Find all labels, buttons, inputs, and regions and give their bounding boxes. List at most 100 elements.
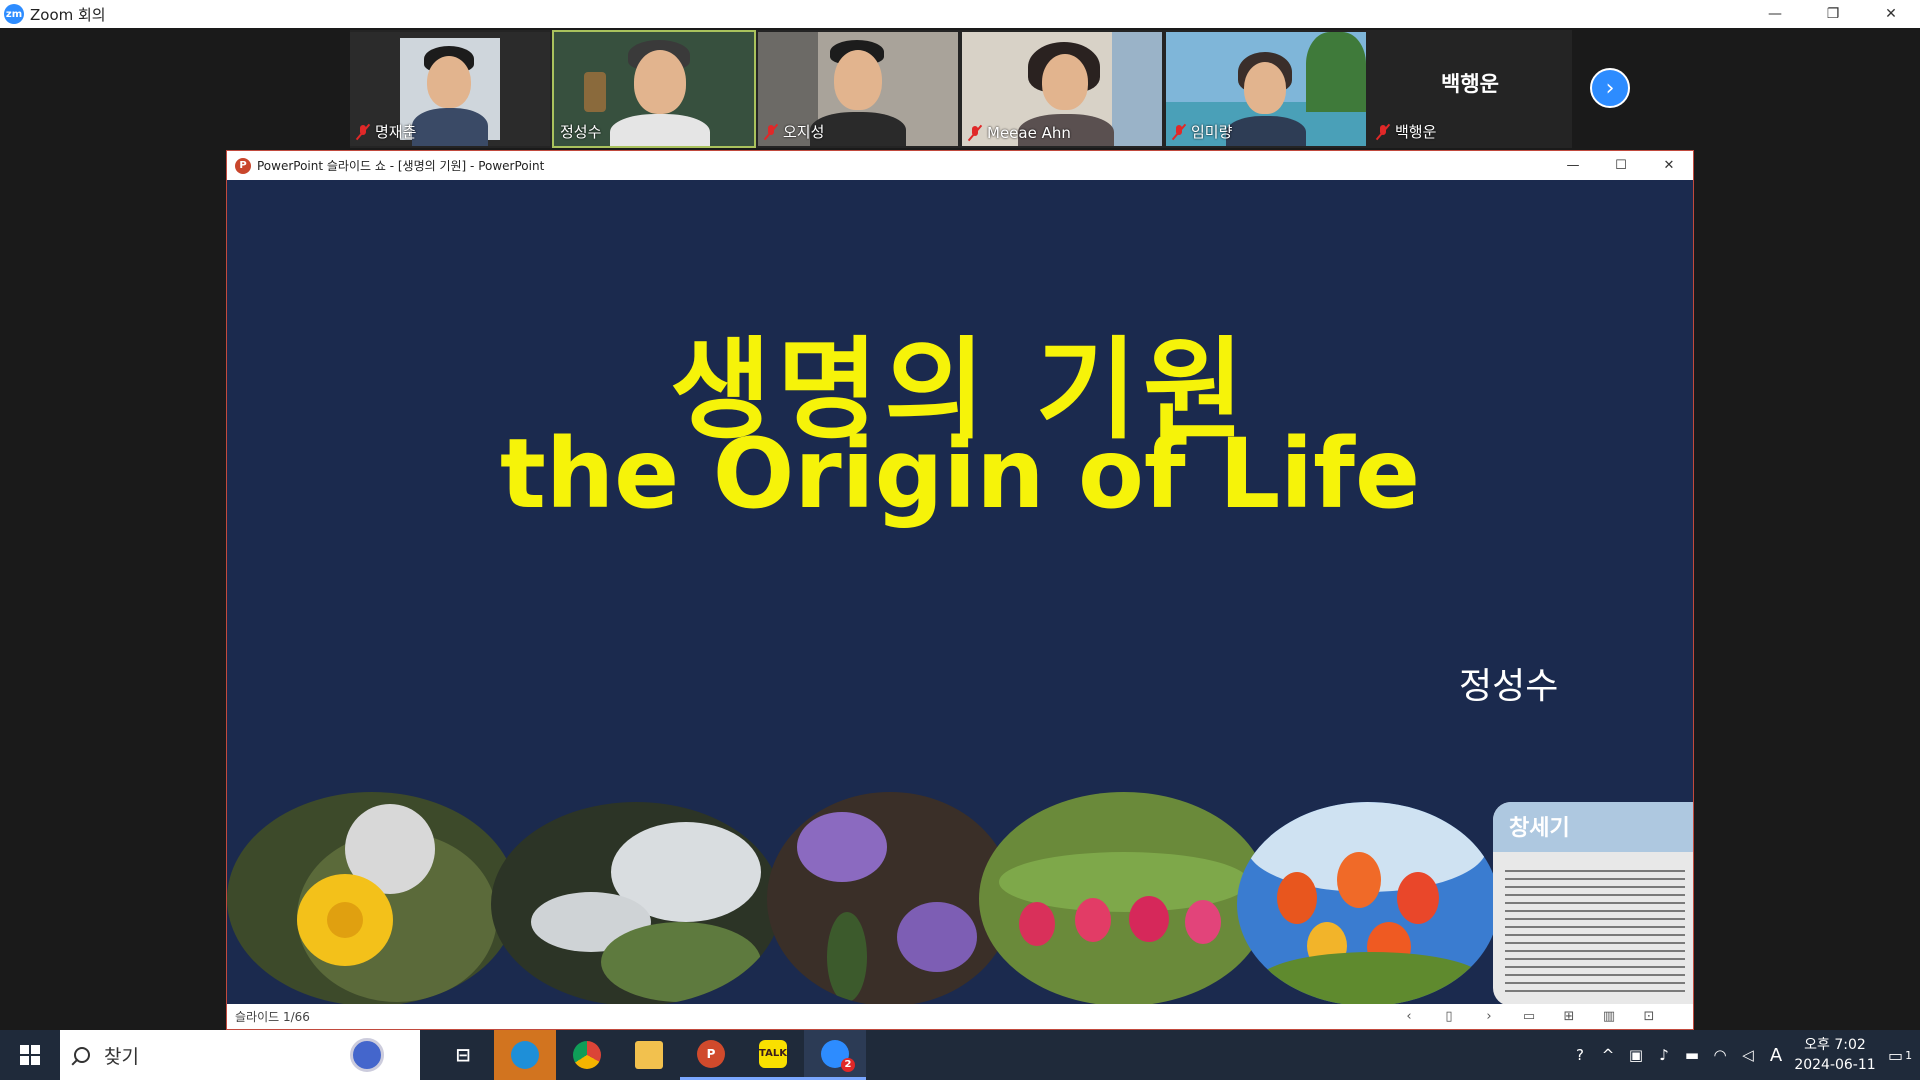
bible-genesis-image: 창세기 bbox=[1493, 802, 1693, 1006]
meet-now-icon[interactable]: ▣ bbox=[1622, 1030, 1650, 1080]
previous-slide-button[interactable]: ‹ bbox=[1389, 1004, 1429, 1029]
participant-tile[interactable]: Meeae Ahn bbox=[962, 32, 1162, 146]
slide-sorter-icon: ⊞ bbox=[1563, 1009, 1575, 1024]
clock-time: 오후 7:02 bbox=[1804, 1037, 1866, 1053]
search-placeholder: 찾기 bbox=[104, 1045, 139, 1068]
slide-sorter-button[interactable]: ⊞ bbox=[1549, 1004, 1589, 1029]
slide-menu-button[interactable]: ▯ bbox=[1429, 1004, 1469, 1029]
mic-muted-icon bbox=[356, 124, 370, 140]
normal-view-button[interactable]: ▭ bbox=[1509, 1004, 1549, 1029]
system-tray: ? ^ ▣ ♪ ▬ ◠ ◁ A 오후 7:02 2024-06-11 ▭ 1 bbox=[1566, 1030, 1920, 1080]
powerpoint-slideshow-window: P PowerPoint 슬라이드 쇼 - [생명의 기원] - PowerPo… bbox=[226, 150, 1694, 1030]
help-icon[interactable]: ? bbox=[1566, 1030, 1594, 1080]
slideshow-status-bar: 슬라이드 1/66 ‹ ▯ › ▭ ⊞ ▥ ⊡ bbox=[227, 1004, 1693, 1029]
search-highlight-clock-icon bbox=[350, 1038, 384, 1072]
file-explorer-icon bbox=[635, 1041, 663, 1069]
participant-name: 백행운 bbox=[1376, 121, 1436, 142]
powerpoint-icon: P bbox=[697, 1039, 725, 1068]
slideshow-icon: ⊡ bbox=[1643, 1009, 1655, 1024]
participant-gallery: 명재춘 정성수 오지성 Meeae Ahn 임미량 백행운 백행운 › bbox=[350, 30, 1630, 148]
slide-author: 정성수 bbox=[1459, 666, 1559, 707]
zoom-icon: 2 bbox=[821, 1039, 855, 1072]
restore-button[interactable]: ❐ bbox=[1804, 0, 1862, 28]
zoom-titlebar: zm Zoom 회의 — ❐ ✕ bbox=[0, 0, 1920, 28]
mic-muted-icon bbox=[764, 124, 778, 140]
wifi-icon[interactable]: ◠ bbox=[1706, 1030, 1734, 1080]
notification-icon: ▭ bbox=[1887, 1045, 1904, 1065]
minimize-button[interactable]: — bbox=[1746, 0, 1804, 28]
slide-title-english: the Origin of Life bbox=[499, 418, 1421, 530]
tulips-image bbox=[1237, 802, 1499, 1006]
participant-name: 오지성 bbox=[764, 121, 824, 142]
dandelion-image bbox=[227, 792, 517, 1006]
taskbar-kakaotalk[interactable]: TALK bbox=[742, 1030, 804, 1080]
volume-icon[interactable]: ◁ bbox=[1734, 1030, 1762, 1080]
ppt-minimize-button[interactable]: — bbox=[1549, 151, 1597, 180]
next-slide-button[interactable]: › bbox=[1469, 1004, 1509, 1029]
mic-muted-icon bbox=[1376, 124, 1390, 140]
windows-taskbar: 찾기 ⊟ P TALK 2 ? ^ ▣ ♪ ▬ ◠ ◁ A 오후 7:02 20… bbox=[0, 1030, 1920, 1080]
participant-video-off-name: 백행운 bbox=[1441, 72, 1499, 96]
reading-view-icon: ▥ bbox=[1602, 1009, 1616, 1024]
edge-icon bbox=[511, 1041, 539, 1069]
chevron-right-icon: › bbox=[1486, 1009, 1492, 1024]
participant-name: 명재춘 bbox=[356, 121, 416, 142]
windows-logo-icon bbox=[20, 1045, 40, 1065]
slide-menu-icon: ▯ bbox=[1445, 1009, 1453, 1024]
bleeding-heart-image bbox=[979, 792, 1269, 1006]
zoom-window-title: Zoom 회의 bbox=[30, 5, 106, 24]
show-hidden-icons-chevron-icon[interactable]: ^ bbox=[1594, 1030, 1622, 1080]
taskbar-file-explorer[interactable] bbox=[618, 1030, 680, 1080]
gallery-next-page-button[interactable]: › bbox=[1590, 68, 1630, 108]
powerpoint-window-title: PowerPoint 슬라이드 쇼 - [생명의 기원] - PowerPoin… bbox=[257, 159, 545, 173]
normal-view-icon: ▭ bbox=[1522, 1009, 1536, 1024]
zoom-window-controls: — ❐ ✕ bbox=[1746, 0, 1920, 28]
taskbar-search-box[interactable]: 찾기 bbox=[60, 1030, 420, 1080]
ppt-close-button[interactable]: ✕ bbox=[1645, 151, 1693, 180]
bible-genesis-label: 창세기 bbox=[1509, 816, 1570, 841]
reading-view-button[interactable]: ▥ bbox=[1589, 1004, 1629, 1029]
notification-count: 1 bbox=[1905, 1048, 1913, 1062]
taskbar-powerpoint[interactable]: P bbox=[680, 1030, 742, 1080]
start-button[interactable] bbox=[0, 1030, 60, 1080]
participant-tile-active-speaker[interactable]: 정성수 bbox=[552, 30, 756, 148]
chrome-icon bbox=[573, 1041, 601, 1069]
ime-indicator[interactable]: A bbox=[1762, 1030, 1790, 1080]
powerpoint-titlebar: P PowerPoint 슬라이드 쇼 - [생명의 기원] - PowerPo… bbox=[227, 151, 1693, 180]
chevron-right-icon: › bbox=[1605, 75, 1615, 101]
microphone-icon[interactable]: ♪ bbox=[1650, 1030, 1678, 1080]
participant-tile[interactable]: 오지성 bbox=[758, 32, 958, 146]
task-view-button[interactable]: ⊟ bbox=[432, 1030, 494, 1080]
close-button[interactable]: ✕ bbox=[1862, 0, 1920, 28]
participant-tile[interactable]: 임미량 bbox=[1166, 32, 1366, 146]
powerpoint-app-icon: P bbox=[235, 157, 251, 174]
zoom-logo-icon: zm bbox=[4, 4, 24, 24]
powerpoint-window-controls: — ☐ ✕ bbox=[1549, 151, 1693, 180]
taskbar-zoom[interactable]: 2 bbox=[804, 1030, 866, 1080]
participant-tile-video-off[interactable]: 백행운 백행운 bbox=[1370, 32, 1570, 146]
taskbar-clock[interactable]: 오후 7:02 2024-06-11 bbox=[1790, 1035, 1880, 1075]
slide-canvas[interactable]: 생명의 기원 the Origin of Life 정성수 창세기 bbox=[227, 180, 1693, 1006]
slide-counter: 슬라이드 1/66 bbox=[235, 1010, 310, 1024]
zoom-badge: 2 bbox=[841, 1057, 855, 1072]
battery-icon[interactable]: ▬ bbox=[1678, 1030, 1706, 1080]
ppt-restore-button[interactable]: ☐ bbox=[1597, 151, 1645, 180]
participant-tile[interactable]: 명재춘 bbox=[350, 32, 550, 146]
white-blossom-image bbox=[491, 802, 781, 1006]
participant-name: 정성수 bbox=[560, 123, 602, 141]
search-icon bbox=[74, 1047, 90, 1063]
chevron-left-icon: ‹ bbox=[1406, 1009, 1412, 1024]
participant-name: 임미량 bbox=[1172, 121, 1232, 142]
slideshow-controls: ‹ ▯ › ▭ ⊞ ▥ ⊡ bbox=[1389, 1004, 1669, 1029]
taskbar-chrome[interactable] bbox=[556, 1030, 618, 1080]
participant-name: Meeae Ahn bbox=[968, 124, 1071, 142]
taskbar-edge[interactable] bbox=[494, 1030, 556, 1080]
clock-date: 2024-06-11 bbox=[1794, 1057, 1876, 1073]
notification-center-button[interactable]: ▭ 1 bbox=[1880, 1030, 1920, 1080]
task-view-icon: ⊟ bbox=[455, 1044, 471, 1066]
slideshow-view-button[interactable]: ⊡ bbox=[1629, 1004, 1669, 1029]
purple-lily-image bbox=[767, 792, 1013, 1006]
kakaotalk-icon: TALK bbox=[759, 1039, 787, 1068]
mic-muted-icon bbox=[1172, 124, 1186, 140]
mic-muted-icon bbox=[968, 125, 982, 141]
